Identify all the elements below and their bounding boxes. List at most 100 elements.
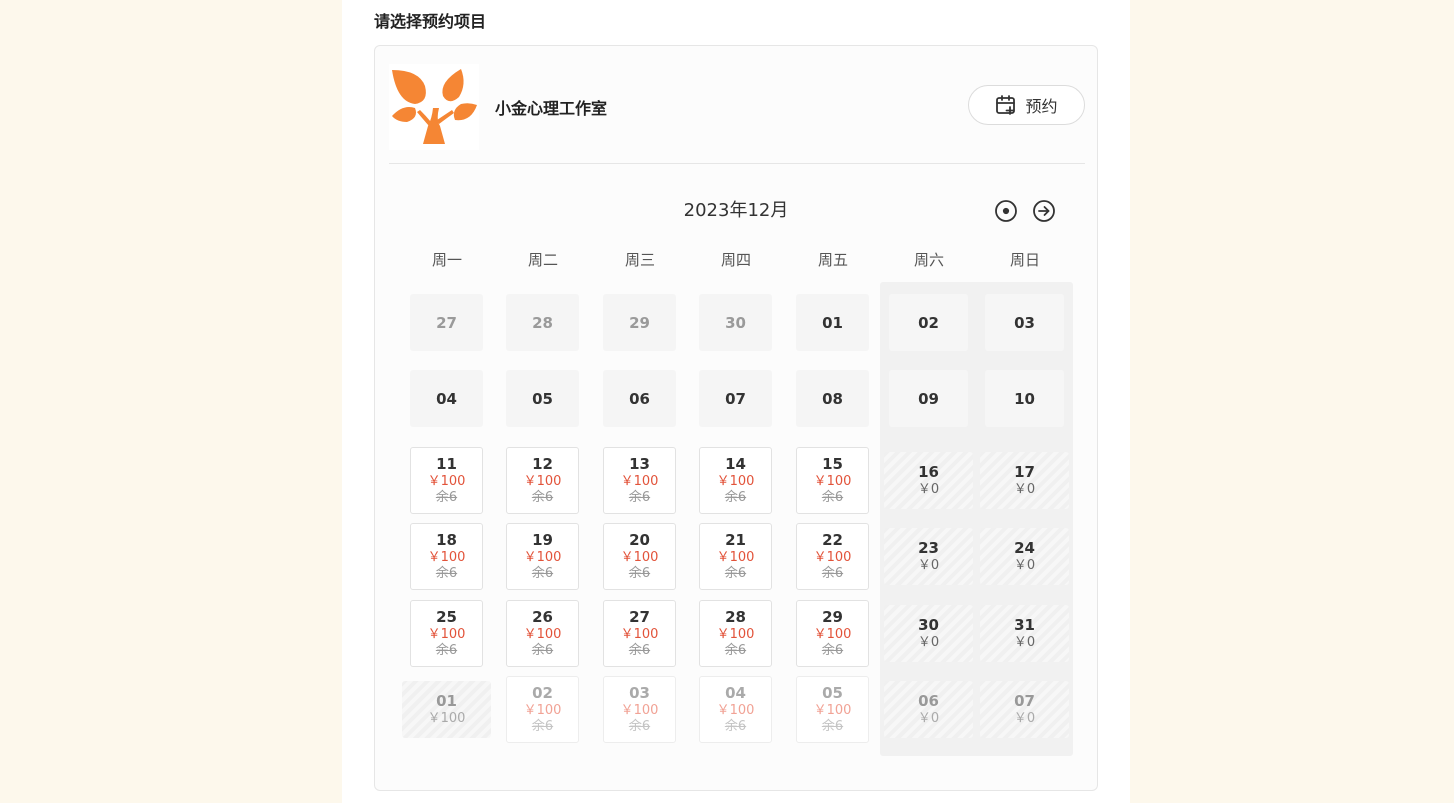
day-price: ￥100 [813,550,852,565]
day-remaining: 余6 [435,490,458,505]
weekday-thu: 周四 [720,251,751,269]
calendar-day-cell[interactable]: 25 ￥100 余6 [410,600,483,667]
calendar-day-cell[interactable]: 13 ￥100 余6 [603,447,676,514]
calendar-day-cell: 28 [506,294,579,351]
calendar-add-icon [995,94,1017,116]
day-number: 20 [629,531,650,549]
day-price: ￥100 [427,474,466,489]
calendar-day-cell[interactable]: 15 ￥100 余6 [796,447,869,514]
day-remaining: 余6 [628,566,651,581]
day-price: ￥100 [716,703,755,718]
section-title: 请选择预约项目 [374,12,487,31]
day-number: 02 [918,313,939,332]
day-price: ￥0 [1013,482,1036,497]
calendar-day-cell: 17 ￥0 [980,452,1069,509]
day-number: 21 [725,531,746,549]
day-number: 03 [1014,313,1035,332]
day-remaining: 余6 [724,719,747,734]
day-number: 17 [1014,463,1035,481]
day-number: 11 [436,455,457,473]
weekday-tue: 周二 [527,251,558,269]
day-number: 05 [822,684,843,702]
day-price: ￥100 [813,627,852,642]
target-circle-icon [994,199,1018,223]
day-number: 07 [725,389,746,408]
calendar-day-cell[interactable]: 05 ￥100 余6 [796,676,869,743]
day-remaining: 余6 [724,566,747,581]
day-price: ￥0 [917,482,940,497]
day-number: 06 [918,692,939,710]
day-price: ￥100 [427,711,466,726]
day-remaining: 余6 [435,566,458,581]
day-number: 05 [532,389,553,408]
day-number: 01 [436,692,457,710]
calendar-day-cell: 01 [796,294,869,351]
day-number: 23 [918,539,939,557]
calendar-day-cell[interactable]: 04 ￥100 余6 [699,676,772,743]
calendar-day-cell[interactable]: 14 ￥100 余6 [699,447,772,514]
day-remaining: 余6 [531,719,554,734]
day-remaining: 余6 [628,719,651,734]
day-number: 28 [532,313,553,332]
day-number: 18 [436,531,457,549]
calendar-day-cell[interactable]: 21 ￥100 余6 [699,523,772,590]
day-price: ￥0 [1013,635,1036,650]
book-button-label: 预约 [1025,97,1058,116]
calendar-day-cell: 10 [985,370,1064,427]
day-price: ￥100 [716,550,755,565]
calendar-day-cell[interactable]: 03 ￥100 余6 [603,676,676,743]
calendar-day-cell[interactable]: 26 ￥100 余6 [506,600,579,667]
calendar-day-cell[interactable]: 22 ￥100 余6 [796,523,869,590]
calendar-day-cell[interactable]: 02 ￥100 余6 [506,676,579,743]
calendar-day-cell: 24 ￥0 [980,528,1069,585]
calendar-day-cell[interactable]: 12 ￥100 余6 [506,447,579,514]
day-remaining: 余6 [821,719,844,734]
day-number: 09 [918,389,939,408]
day-remaining: 余6 [531,490,554,505]
calendar-day-cell[interactable]: 27 ￥100 余6 [603,600,676,667]
day-number: 22 [822,531,843,549]
calendar-day-cell: 30 ￥0 [884,605,973,662]
book-button[interactable]: 预约 [968,85,1085,125]
weekday-mon: 周一 [431,251,462,269]
calendar-day-cell: 07 ￥0 [980,681,1069,738]
day-number: 25 [436,608,457,626]
day-price: ￥0 [917,635,940,650]
weekday-sun: 周日 [1009,251,1040,269]
calendar-day-cell[interactable]: 11 ￥100 余6 [410,447,483,514]
day-price: ￥100 [523,703,562,718]
day-price: ￥100 [523,550,562,565]
card-header: 小金心理工作室 预约 [389,60,1085,164]
day-number: 04 [436,389,457,408]
day-number: 06 [629,389,650,408]
day-number: 29 [629,313,650,332]
calendar-day-cell[interactable]: 20 ￥100 余6 [603,523,676,590]
next-month-button[interactable] [1032,199,1056,223]
calendar-day-cell[interactable]: 28 ￥100 余6 [699,600,772,667]
day-number: 30 [725,313,746,332]
day-price: ￥100 [620,550,659,565]
day-price: ￥100 [523,627,562,642]
calendar-day-cell: 23 ￥0 [884,528,973,585]
day-price: ￥100 [716,474,755,489]
day-number: 02 [532,684,553,702]
day-price: ￥100 [620,703,659,718]
day-number: 07 [1014,692,1035,710]
calendar-day-cell[interactable]: 19 ￥100 余6 [506,523,579,590]
studio-name: 小金心理工作室 [495,99,608,118]
weekday-wed: 周三 [624,251,655,269]
day-number: 15 [822,455,843,473]
day-number: 16 [918,463,939,481]
day-number: 29 [822,608,843,626]
calendar-day-cell[interactable]: 18 ￥100 余6 [410,523,483,590]
calendar-day-cell: 08 [796,370,869,427]
day-number: 28 [725,608,746,626]
calendar-day-cell: 04 [410,370,483,427]
day-number: 26 [532,608,553,626]
day-number: 14 [725,455,746,473]
calendar-day-cell: 31 ￥0 [980,605,1069,662]
day-remaining: 余6 [435,643,458,658]
calendar-day-cell[interactable]: 29 ￥100 余6 [796,600,869,667]
day-remaining: 余6 [821,490,844,505]
today-button[interactable] [994,199,1018,223]
